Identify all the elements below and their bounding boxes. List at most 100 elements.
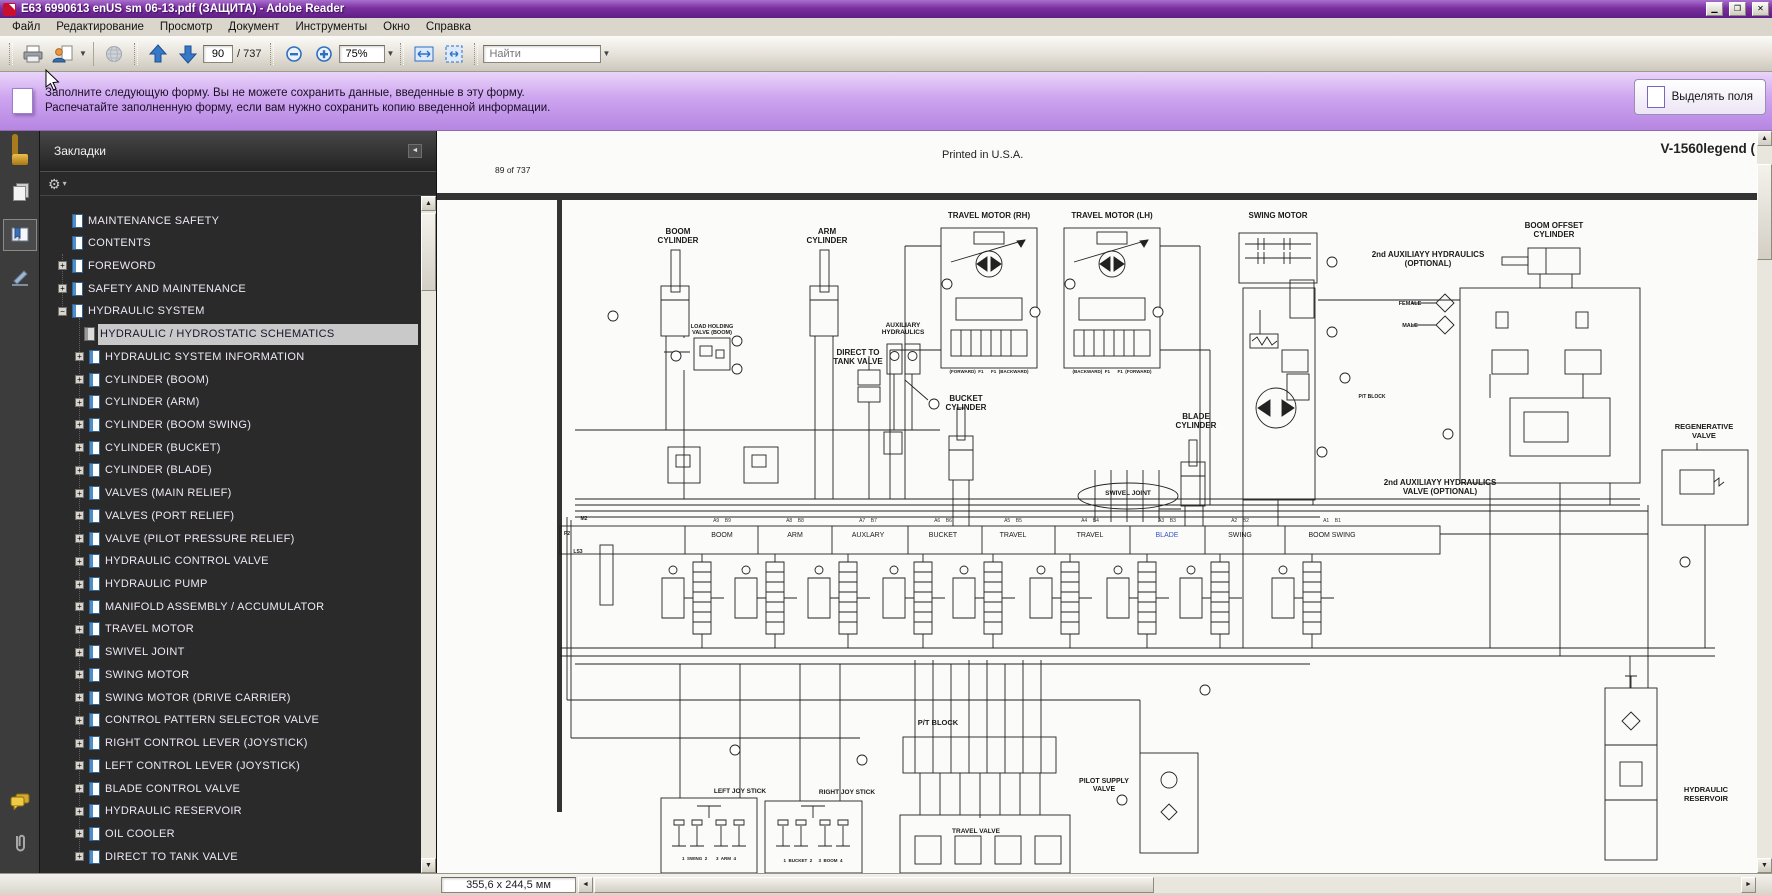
bookmark-expander[interactable]: +: [75, 625, 84, 634]
bookmark-expander[interactable]: +: [75, 489, 84, 498]
bookmark-item[interactable]: MAINTENANCE SAFETY: [40, 210, 420, 231]
menu-item-edit[interactable]: Редактирование: [48, 19, 152, 35]
bookmark-item[interactable]: +HYDRAULIC PUMP: [40, 574, 420, 595]
highlight-fields-button[interactable]: Выделять поля: [1634, 79, 1766, 115]
bookmark-item[interactable]: +TRAVEL MOTOR: [40, 619, 420, 640]
comments-panel-button[interactable]: [3, 785, 37, 817]
zoom-level-input[interactable]: [339, 45, 385, 63]
print-button[interactable]: [18, 39, 48, 69]
document-scrollbar-vertical[interactable]: ▲ ▼: [1757, 131, 1772, 873]
bookmark-expander[interactable]: +: [75, 466, 84, 475]
document-scrollbar-horizontal[interactable]: [594, 877, 1741, 893]
search-dropdown-arrow[interactable]: ▼: [601, 49, 611, 58]
bookmark-expander[interactable]: +: [75, 352, 84, 361]
bookmark-expander[interactable]: +: [75, 443, 84, 452]
bookmark-item[interactable]: +BLADE CONTROL VALVE: [40, 778, 420, 799]
bookmark-expander[interactable]: +: [75, 784, 84, 793]
bookmark-expander[interactable]: +: [75, 761, 84, 770]
previous-page-button[interactable]: [143, 39, 173, 69]
bookmark-item[interactable]: −HYDRAULIC SYSTEM: [40, 301, 420, 322]
bookmark-item[interactable]: +CONTROL PATTERN SELECTOR VALVE: [40, 710, 420, 731]
next-page-button[interactable]: [173, 39, 203, 69]
bookmark-item[interactable]: +CYLINDER (BLADE): [40, 460, 420, 481]
bookmark-item[interactable]: +LEFT CONTROL LEVER (JOYSTICK): [40, 755, 420, 776]
bookmark-item[interactable]: +CYLINDER (ARM): [40, 392, 420, 413]
bookmark-expander[interactable]: +: [75, 829, 84, 838]
bookmark-expander[interactable]: +: [58, 261, 67, 270]
bookmark-expander[interactable]: +: [75, 557, 84, 566]
bookmark-item[interactable]: +FOREWORD: [40, 255, 420, 276]
bookmark-expander[interactable]: +: [75, 716, 84, 725]
signatures-panel-button[interactable]: [3, 261, 37, 293]
menu-item-tools[interactable]: Инструменты: [287, 19, 375, 35]
bookmark-expander[interactable]: +: [75, 580, 84, 589]
bookmark-expander[interactable]: +: [75, 375, 84, 384]
bookmark-expander[interactable]: +: [75, 534, 84, 543]
zoom-dropdown-arrow[interactable]: ▼: [385, 49, 395, 58]
bookmark-item[interactable]: +DIRECT TO TANK VALVE: [40, 846, 420, 867]
bookmark-item[interactable]: +SWING MOTOR (DRIVE CARRIER): [40, 687, 420, 708]
menu-item-view[interactable]: Просмотр: [152, 19, 221, 35]
scroll-right-button[interactable]: ►: [1741, 877, 1756, 893]
close-button[interactable]: ✕: [1752, 2, 1769, 16]
zoom-in-button[interactable]: [309, 39, 339, 69]
zoom-out-button[interactable]: [279, 39, 309, 69]
bookmark-expander[interactable]: +: [75, 398, 84, 407]
collapse-panel-button[interactable]: ◄: [408, 144, 422, 158]
bookmark-item[interactable]: +SWIVEL JOINT: [40, 642, 420, 663]
menu-item-help[interactable]: Справка: [418, 19, 479, 35]
collaborate-dropdown-arrow[interactable]: ▼: [78, 49, 88, 58]
bookmark-expander[interactable]: +: [75, 739, 84, 748]
security-panel-button[interactable]: [3, 135, 37, 167]
bookmark-expander[interactable]: +: [58, 284, 67, 293]
bookmark-options-dropdown-arrow[interactable]: ▾: [63, 179, 67, 188]
bookmark-expander[interactable]: +: [75, 807, 84, 816]
bookmark-expander[interactable]: +: [75, 511, 84, 520]
bookmark-item[interactable]: +CYLINDER (BUCKET): [40, 437, 420, 458]
page-number-input[interactable]: [203, 45, 233, 63]
bookmark-expander[interactable]: +: [75, 693, 84, 702]
scroll-down-button[interactable]: ▼: [421, 858, 436, 873]
pages-panel-button[interactable]: [3, 177, 37, 209]
bookmark-item[interactable]: +VALVES (PORT RELIEF): [40, 505, 420, 526]
menu-item-window[interactable]: Окно: [375, 19, 418, 35]
bookmark-item[interactable]: HYDRAULIC / HYDROSTATIC SCHEMATICS: [40, 324, 420, 345]
fit-width-button[interactable]: [409, 39, 439, 69]
collaborate-button[interactable]: [48, 39, 78, 69]
bookmark-item[interactable]: +RIGHT CONTROL LEVER (JOYSTICK): [40, 733, 420, 754]
minimize-button[interactable]: ▁: [1706, 2, 1723, 16]
search-input[interactable]: [483, 45, 601, 63]
bookmarks-panel-button[interactable]: [3, 219, 37, 251]
bookmark-item[interactable]: +VALVES (MAIN RELIEF): [40, 483, 420, 504]
attachments-panel-button[interactable]: [3, 827, 37, 859]
bookmark-expander[interactable]: −: [58, 307, 67, 316]
web-button[interactable]: [99, 39, 129, 69]
bookmark-item[interactable]: +HYDRAULIC RESERVOIR: [40, 801, 420, 822]
scroll-down-button[interactable]: ▼: [1757, 858, 1772, 873]
scrollbar-thumb[interactable]: [594, 877, 1154, 893]
menu-item-document[interactable]: Документ: [220, 19, 287, 35]
bookmark-item[interactable]: +SAFETY AND MAINTENANCE: [40, 278, 420, 299]
scrollbar-thumb[interactable]: [421, 213, 436, 291]
scroll-up-button[interactable]: ▲: [1757, 131, 1772, 146]
bookmark-expander[interactable]: +: [75, 420, 84, 429]
bookmark-expander[interactable]: +: [75, 648, 84, 657]
bookmark-item[interactable]: CONTENTS: [40, 233, 420, 254]
fit-page-button[interactable]: [439, 39, 469, 69]
bookmarks-scrollbar[interactable]: ▲ ▼: [421, 196, 436, 873]
menu-item-file[interactable]: Файл: [4, 19, 48, 35]
bookmark-item[interactable]: +CYLINDER (BOOM): [40, 369, 420, 390]
bookmark-expander[interactable]: +: [75, 670, 84, 679]
maximize-button[interactable]: ❐: [1729, 2, 1746, 16]
bookmark-item[interactable]: +SWING MOTOR: [40, 664, 420, 685]
bookmark-expander[interactable]: +: [75, 852, 84, 861]
bookmark-item[interactable]: +VALVE (PILOT PRESSURE RELIEF): [40, 528, 420, 549]
bookmark-expander[interactable]: +: [75, 602, 84, 611]
bookmark-item[interactable]: +HYDRAULIC SYSTEM INFORMATION: [40, 346, 420, 367]
bookmark-item[interactable]: +OIL COOLER: [40, 823, 420, 844]
bookmark-options-gear-icon[interactable]: ⚙: [48, 177, 61, 191]
scrollbar-thumb[interactable]: [1757, 164, 1772, 260]
bookmark-item[interactable]: +MANIFOLD ASSEMBLY / ACCUMULATOR: [40, 596, 420, 617]
scroll-up-button[interactable]: ▲: [421, 196, 436, 211]
bookmark-item[interactable]: +HYDRAULIC CONTROL VALVE: [40, 551, 420, 572]
